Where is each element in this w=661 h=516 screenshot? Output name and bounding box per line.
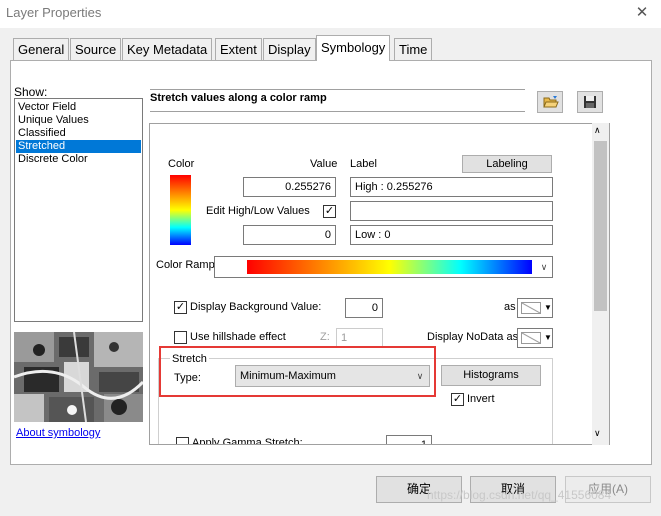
scroll-down-arrow-icon[interactable]: ∨: [594, 428, 601, 439]
open-layer-file-button[interactable]: [537, 91, 563, 113]
color-ramp-label: Color Ramp:: [156, 259, 218, 271]
about-symbology-link[interactable]: About symbology: [16, 427, 100, 439]
value-column-header: Value: [310, 158, 338, 170]
display-background-label: Display Background Value:: [190, 301, 322, 313]
no-color-swatch-icon: [521, 332, 541, 344]
panel-heading: Stretch values along a color ramp: [150, 92, 327, 104]
no-color-swatch-icon: [521, 302, 541, 314]
nodata-color-picker[interactable]: ▼: [517, 328, 553, 348]
scroll-up-arrow-icon[interactable]: ∧: [594, 125, 601, 136]
tab-symbology[interactable]: Symbology: [316, 35, 391, 61]
z-factor-label: Z:: [320, 331, 330, 343]
display-background-checkbox[interactable]: ✓: [174, 301, 187, 314]
gamma-label: Apply Gamma Stretch:: [192, 437, 303, 445]
window-title: Layer Properties: [6, 5, 102, 20]
heading-top-divider: [150, 89, 525, 90]
labeling-button[interactable]: Labeling: [462, 155, 552, 173]
nodata-label: Display NoData as: [427, 331, 519, 343]
edit-high-low-label: Edit High/Low Values: [206, 205, 310, 217]
tab-display[interactable]: Display: [263, 38, 316, 60]
check-mark-icon: ✓: [452, 393, 463, 405]
check-mark-icon: ✓: [324, 205, 335, 217]
chevron-down-icon: ∨: [540, 262, 548, 272]
histograms-button[interactable]: Histograms: [441, 365, 541, 386]
mid-label-field[interactable]: [350, 201, 553, 221]
show-list[interactable]: Vector Field Unique Values Classified St…: [14, 98, 143, 322]
show-item-vector-field[interactable]: Vector Field: [16, 101, 141, 114]
folder-open-icon: [543, 95, 559, 112]
high-value-field[interactable]: 0.255276: [243, 177, 336, 197]
hillshade-checkbox[interactable]: [174, 331, 187, 344]
background-as-label: as: [504, 301, 516, 313]
scrollbar-thumb[interactable]: [594, 141, 607, 311]
highlight-box: [159, 346, 436, 397]
tab-time[interactable]: Time: [394, 38, 433, 60]
invert-checkbox[interactable]: ✓: [451, 393, 464, 406]
show-item-stretched[interactable]: Stretched: [16, 140, 141, 153]
color-column-header: Color: [168, 158, 195, 170]
color-gradient-preview: [170, 175, 191, 245]
watermark-text: https://blog.csdn.net/qq_41556084: [427, 488, 612, 502]
save-icon: [583, 95, 597, 112]
show-item-unique-values[interactable]: Unique Values: [16, 114, 141, 127]
check-mark-icon: ✓: [175, 301, 186, 313]
background-value-field[interactable]: 0: [345, 298, 383, 318]
high-label-field[interactable]: High : 0.255276: [350, 177, 553, 197]
tab-general[interactable]: General: [13, 38, 70, 60]
gamma-checkbox[interactable]: [176, 437, 189, 444]
tab-extent[interactable]: Extent: [215, 38, 262, 60]
heading-bottom-divider: [150, 111, 525, 112]
show-label: Show:: [14, 85, 48, 99]
close-icon[interactable]: ✕: [632, 3, 652, 23]
save-layer-file-button[interactable]: [577, 91, 603, 113]
low-label-field[interactable]: Low : 0: [350, 225, 553, 245]
low-value-field[interactable]: 0: [243, 225, 336, 245]
color-ramp-swatch: [247, 260, 532, 274]
tab-key-metadata[interactable]: Key Metadata: [122, 38, 213, 60]
invert-label: Invert: [467, 393, 495, 405]
z-factor-field[interactable]: 1: [336, 328, 383, 348]
dropdown-arrow-icon: ▼: [544, 333, 552, 342]
dropdown-arrow-icon: ▼: [544, 303, 552, 312]
hillshade-label: Use hillshade effect: [190, 331, 286, 343]
gamma-value-field[interactable]: 1: [386, 435, 432, 444]
show-item-discrete-color[interactable]: Discrete Color: [16, 153, 141, 166]
color-ramp-dropdown[interactable]: ∨: [214, 256, 553, 278]
symbology-preview-image: [14, 332, 143, 422]
label-column-header: Label: [350, 158, 377, 170]
edit-high-low-checkbox[interactable]: ✓: [323, 205, 336, 218]
tab-source[interactable]: Source: [70, 38, 122, 60]
show-item-classified[interactable]: Classified: [16, 127, 141, 140]
background-color-picker[interactable]: ▼: [517, 298, 553, 318]
